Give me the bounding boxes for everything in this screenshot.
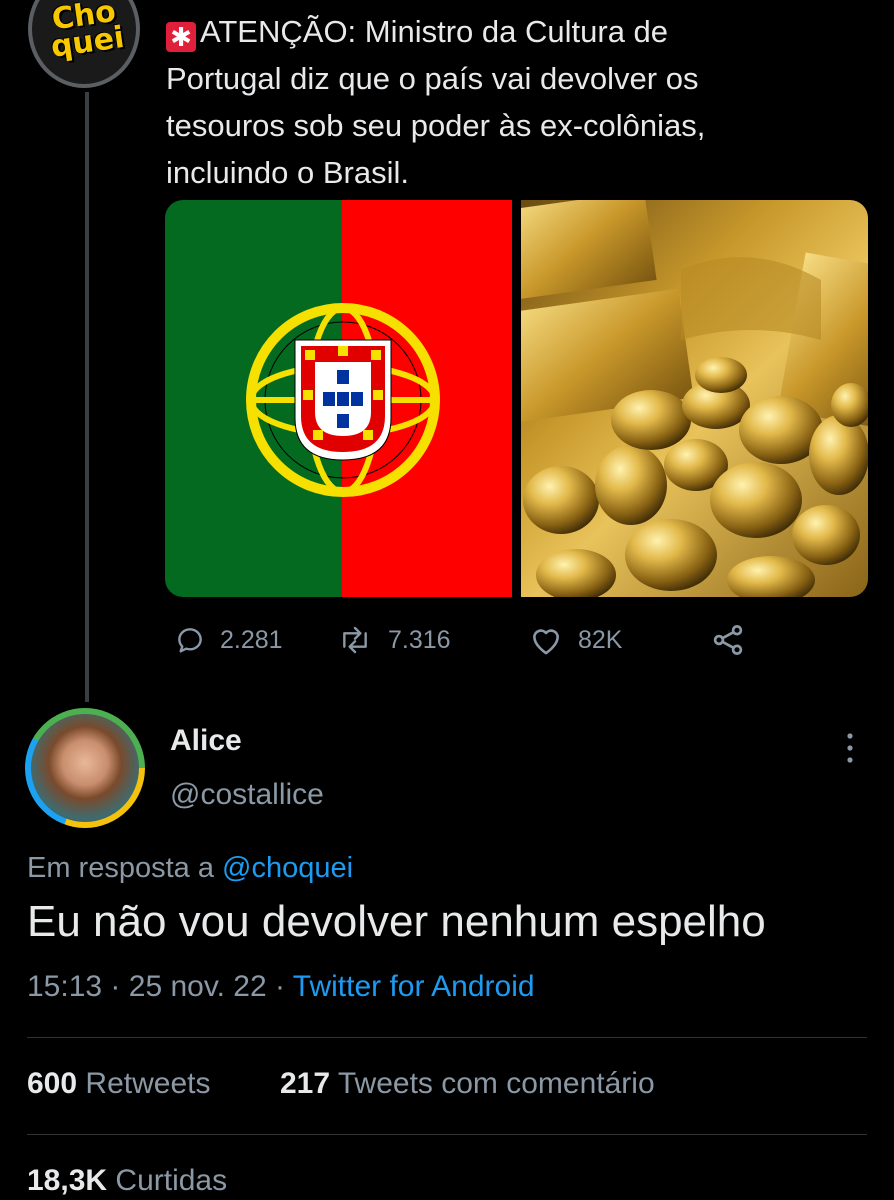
original-tweet-text: ✱ ATENÇÃO: Ministro da Cultura de Portuga… [166, 8, 866, 196]
share-icon [713, 625, 743, 655]
likes-label: Curtidas [115, 1164, 228, 1197]
likes-count: 18,3K [27, 1164, 108, 1197]
tweet-date[interactable]: 25 nov. 22 [129, 970, 267, 1003]
reply-author-handle[interactable]: @costallice [170, 778, 324, 812]
tweet-timestamp: 15:13 · 25 nov. 22 · Twitter for Android [27, 970, 535, 1004]
tweet-time[interactable]: 15:13 [27, 970, 102, 1003]
more-options-icon[interactable] [838, 728, 862, 768]
alice-avatar[interactable] [25, 708, 145, 828]
thread-connector-line [85, 92, 89, 702]
divider [27, 1037, 867, 1038]
reply-tweet-text: Eu não vou devolver nenhum espelho [27, 897, 766, 946]
replying-to-label: Em resposta a [27, 852, 214, 884]
retweets-count: 600 [27, 1067, 78, 1100]
tweet-source-link[interactable]: Twitter for Android [293, 970, 535, 1003]
reply-action[interactable]: 2.281 [174, 620, 283, 660]
rotating-light-icon: ✱ [166, 22, 196, 52]
meta-separator: · [110, 970, 121, 1003]
divider [27, 1134, 867, 1135]
likes-stat[interactable]: 18,3K Curtidas [27, 1164, 227, 1198]
share-action[interactable] [710, 620, 760, 660]
tweet-text-line-2: Portugal diz que o país vai devolver os [166, 61, 699, 96]
like-count: 82K [578, 625, 623, 654]
retweets-stat[interactable]: 600 Retweets [27, 1067, 210, 1101]
avatar-photo [31, 714, 139, 822]
reply-author-name[interactable]: Alice [170, 724, 242, 758]
retweet-count: 7.316 [388, 625, 451, 654]
tweet-text-line-4: incluindo o Brasil. [166, 155, 409, 190]
choquei-logo: Cho quei [40, 0, 131, 66]
gold-nuggets-image[interactable] [521, 200, 868, 597]
replying-to: Em resposta a @choquei [27, 852, 353, 885]
retweet-action[interactable]: 7.316 [336, 620, 451, 660]
reply-icon [178, 628, 202, 653]
reply-count: 2.281 [220, 625, 283, 654]
tweet-text-line-1: ATENÇÃO: Ministro da Cultura de [200, 14, 669, 49]
meta-separator: · [275, 970, 285, 1003]
portugal-coat-of-arms-icon [246, 303, 440, 497]
replying-to-link[interactable]: @choquei [222, 852, 353, 884]
choquei-avatar[interactable]: Cho quei [28, 0, 140, 88]
quotes-stat[interactable]: 217 Tweets com comentário [280, 1067, 655, 1101]
tweet-text-line-3: tesouros sob seu poder às ex-colônias, [166, 108, 706, 143]
retweets-label: Retweets [85, 1067, 211, 1100]
heart-icon [533, 629, 559, 655]
portugal-flag-image[interactable] [165, 200, 512, 597]
choquei-logo-line-2: quei [48, 19, 127, 65]
retweet-icon [343, 626, 367, 654]
tweet-media-grid[interactable] [165, 200, 868, 597]
like-action[interactable]: 82K [528, 620, 622, 660]
gold-nuggets-illustration [521, 200, 868, 597]
quotes-count: 217 [280, 1067, 331, 1100]
quotes-label: Tweets com comentário [337, 1067, 655, 1100]
